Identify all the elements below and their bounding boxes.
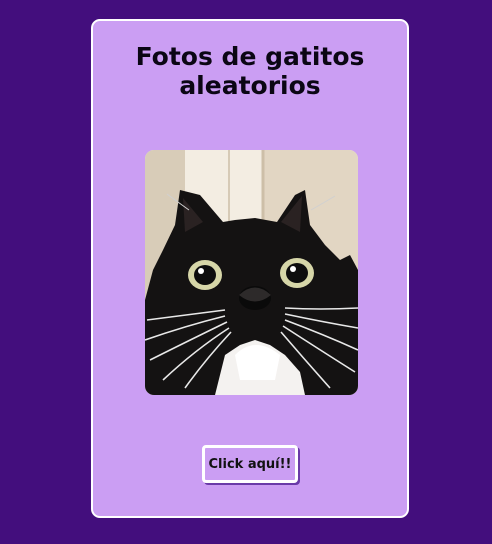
cat-card: Fotos de gatitos aleatorios Click aquí!! (91, 19, 409, 518)
random-cat-button[interactable]: Click aquí!! (202, 445, 298, 483)
cat-photo (145, 150, 358, 395)
cat-image (145, 150, 358, 395)
page-title: Fotos de gatitos aleatorios (135, 42, 365, 100)
